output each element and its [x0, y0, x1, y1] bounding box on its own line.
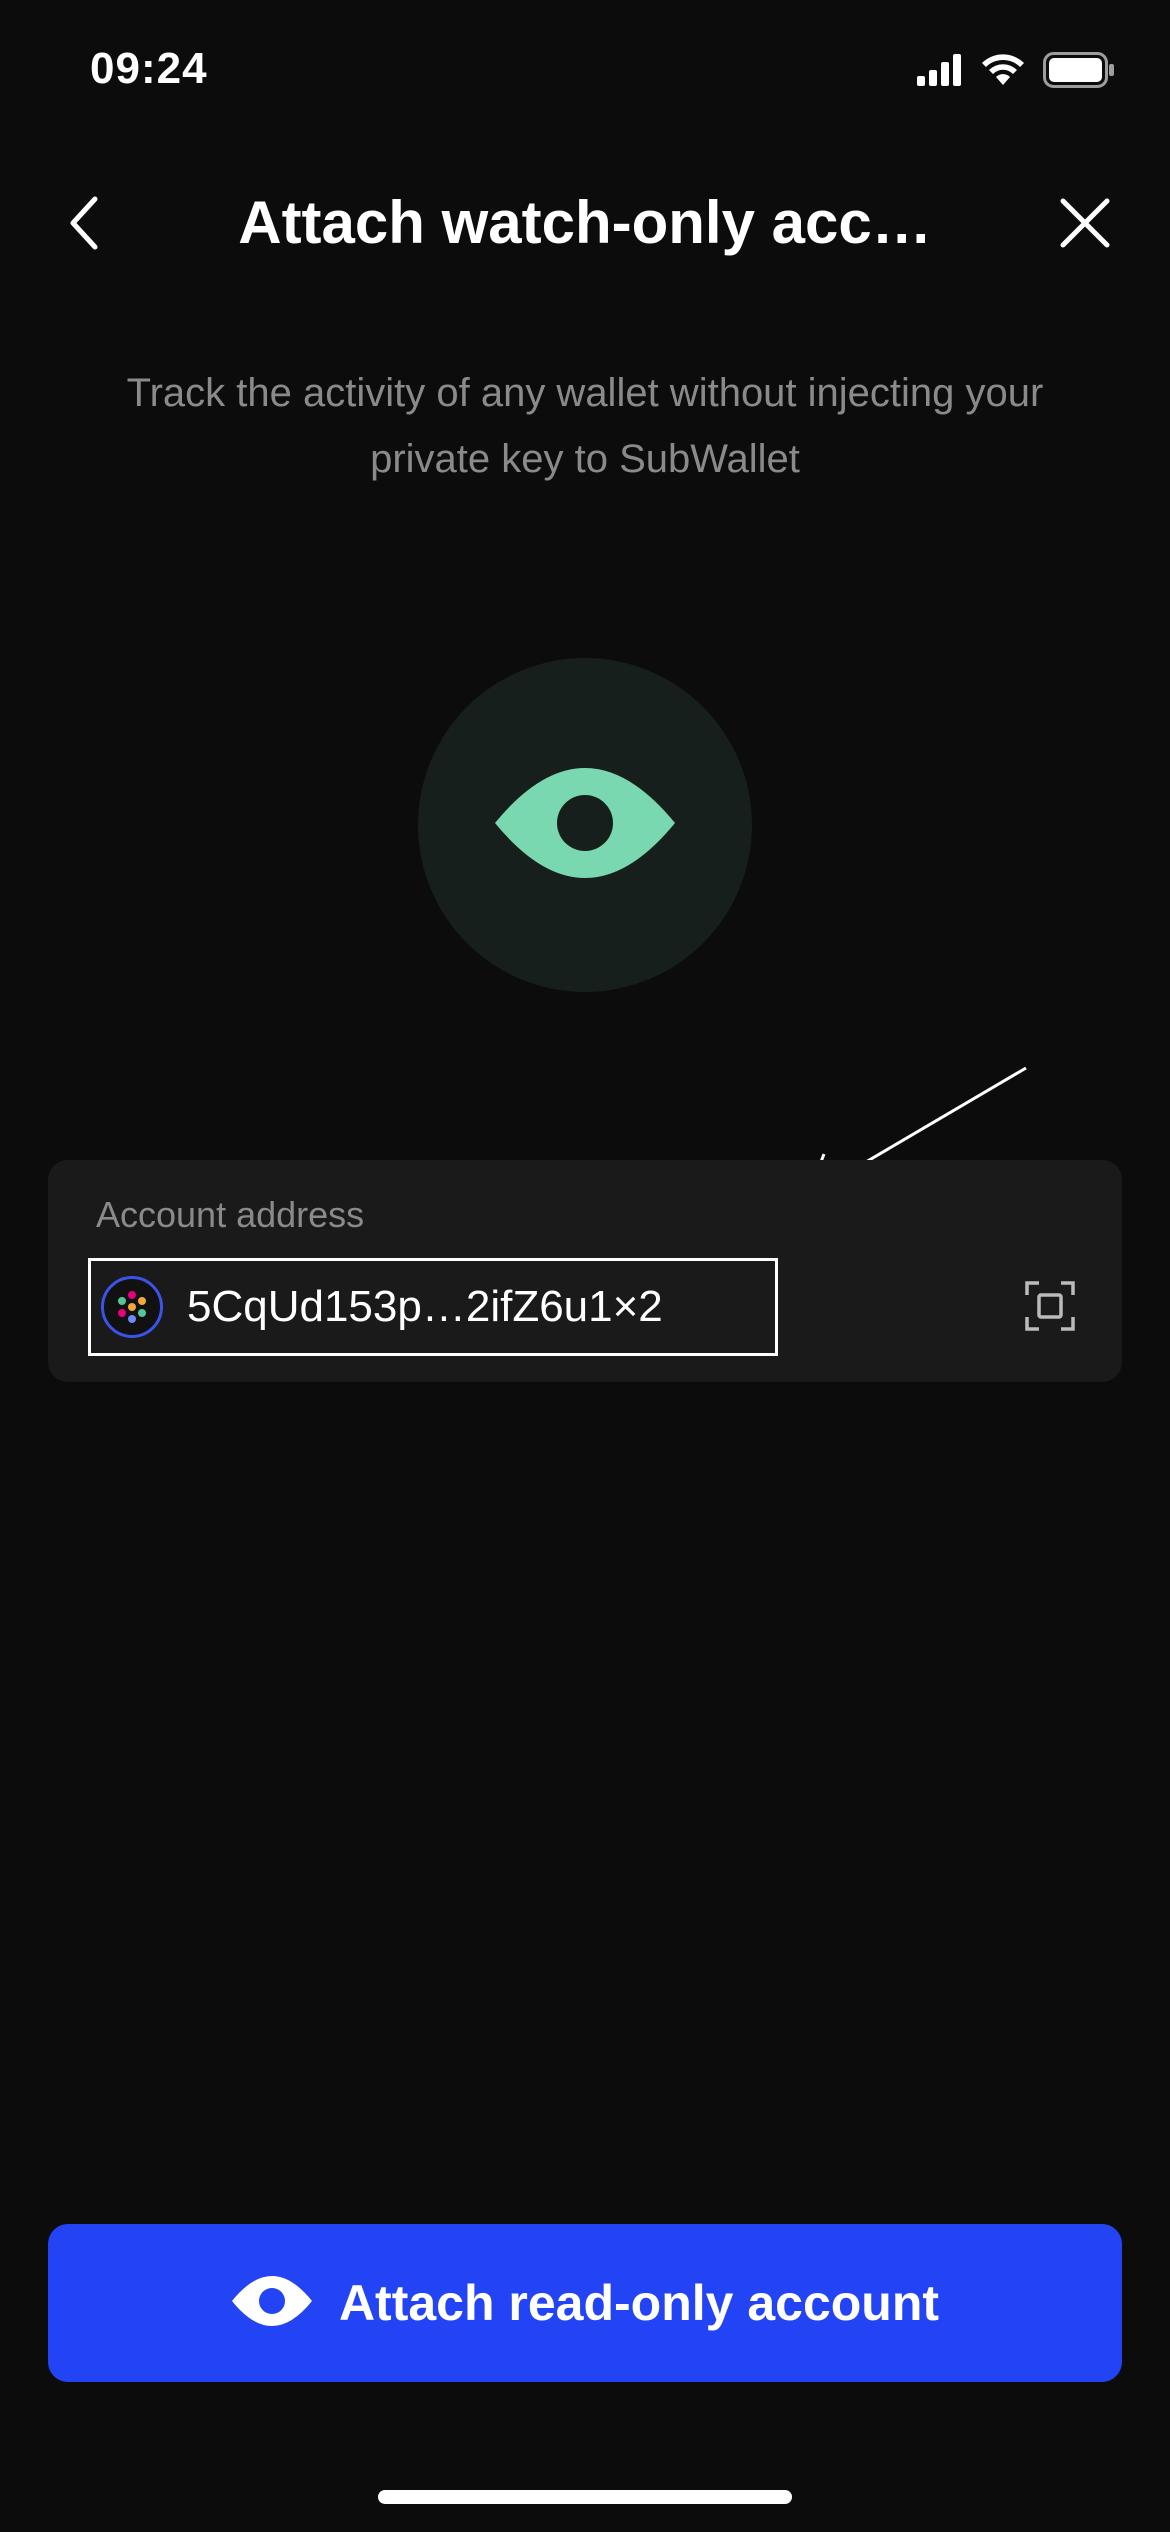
chevron-left-icon: [65, 193, 105, 258]
home-indicator[interactable]: [378, 2490, 792, 2504]
back-button[interactable]: [50, 190, 120, 260]
account-address-label: Account address: [96, 1194, 365, 1235]
close-button[interactable]: [1050, 190, 1120, 260]
signal-icon: [917, 53, 963, 91]
polkadot-identicon-icon: [101, 1276, 163, 1338]
attach-read-only-account-button[interactable]: Attach read-only account: [48, 2224, 1122, 2382]
eye-icon: [493, 761, 677, 890]
status-icons: [917, 51, 1115, 93]
status-time: 09:24: [90, 44, 208, 93]
attach-button-label: Attach read-only account: [338, 2275, 940, 2331]
page-description: Track the activity of any wallet without…: [126, 371, 1044, 481]
eye-illustration: [418, 658, 752, 992]
account-address-input[interactable]: 5CqUd153p…2ifZ6u1×2: [88, 1258, 778, 1356]
account-address-card: Account address 5CqUd153p…2ifZ6u1×2: [48, 1160, 1122, 1382]
wifi-icon: [981, 53, 1025, 92]
scan-qr-icon: [1025, 1280, 1075, 1336]
battery-icon: [1043, 51, 1115, 93]
account-address-value: 5CqUd153p…2ifZ6u1×2: [187, 1282, 663, 1331]
status-bar: 09:24: [0, 0, 1170, 150]
scan-qr-button[interactable]: [1020, 1278, 1080, 1338]
page-title: Attach watch-only acc…: [238, 189, 932, 256]
header: Attach watch-only acc…: [0, 160, 1170, 290]
eye-icon: [231, 2273, 313, 2334]
close-icon: [1059, 197, 1111, 254]
